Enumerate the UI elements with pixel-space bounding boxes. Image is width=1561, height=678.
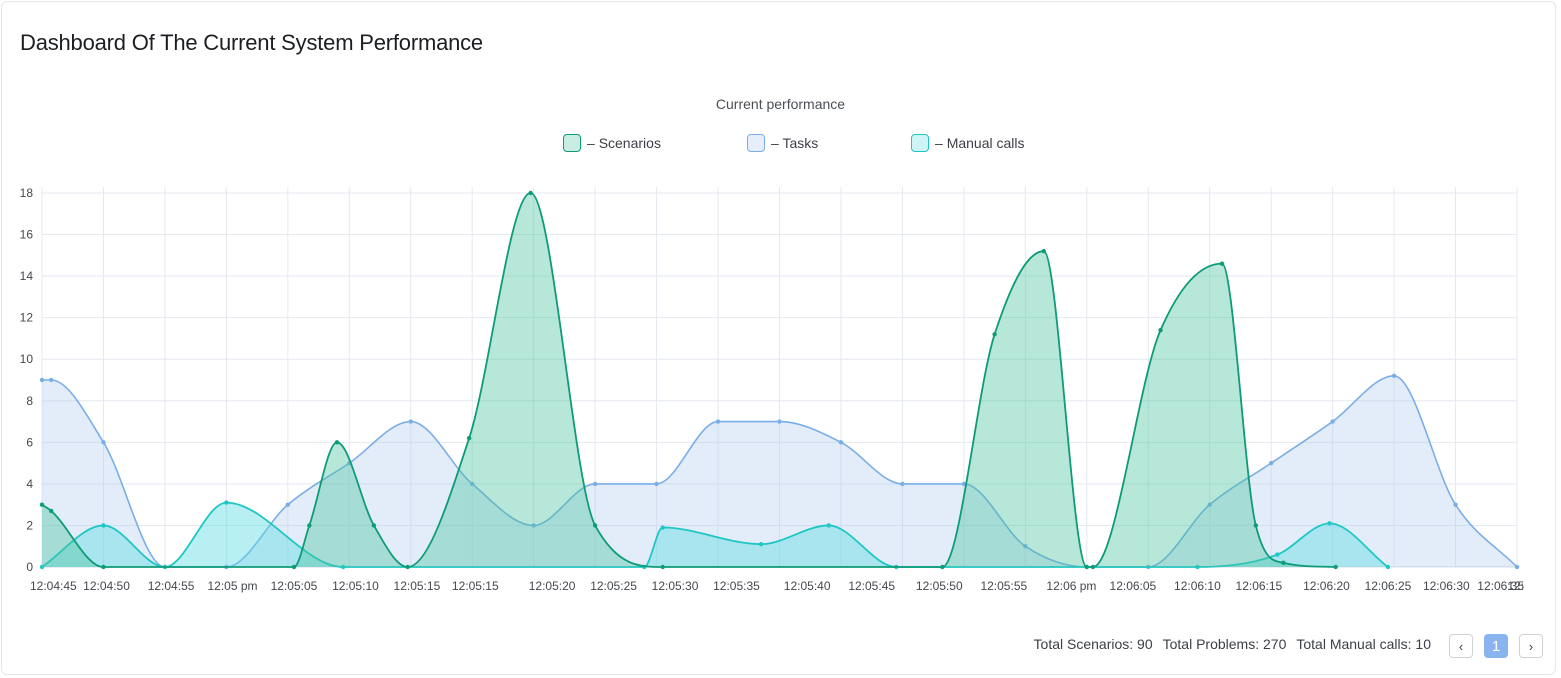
y-tick-label: 10 — [20, 352, 34, 366]
point-tasks — [654, 481, 659, 487]
x-tick-label: 12:06:15 — [1236, 579, 1283, 593]
x-tick-label: 12:05:40 — [784, 579, 831, 593]
y-tick-label: 8 — [26, 394, 33, 408]
x-tick-label: 12:06 pm — [1046, 579, 1096, 593]
x-tick-label: 12:05:55 — [980, 579, 1027, 593]
point-scenarios — [1281, 560, 1286, 566]
point-tasks — [715, 419, 721, 424]
point-tasks — [285, 502, 291, 507]
point-scenarios — [291, 564, 297, 570]
point-tasks — [1268, 460, 1274, 466]
prev-page-button[interactable]: ‹ — [1449, 634, 1473, 658]
x-tick-label: 12:05:25 — [590, 579, 637, 593]
point-tasks — [408, 419, 413, 424]
y-tick-label: 4 — [26, 477, 33, 491]
next-page-button[interactable]: › — [1519, 634, 1543, 658]
x-tick-label: 12:05:50 — [916, 579, 963, 593]
point-scenarios — [1090, 564, 1096, 570]
point-manual — [1275, 552, 1280, 557]
point-scenarios — [992, 332, 997, 337]
x-tick-label: 12:05:45 — [848, 579, 895, 593]
point-scenarios — [592, 523, 598, 528]
x-tick-label: 12:06:25 — [1365, 579, 1412, 593]
point-tasks — [1330, 419, 1335, 424]
x-tick-label: 12:06:10 — [1174, 579, 1221, 593]
point-tasks — [1453, 502, 1458, 507]
point-scenarios — [1084, 564, 1089, 570]
x-tick-label: 12: — [1507, 579, 1524, 593]
x-tick-label: 12:05:05 — [271, 579, 318, 593]
point-tasks — [838, 440, 844, 445]
point-scenarios — [660, 564, 665, 570]
point-scenarios — [101, 564, 106, 570]
point-scenarios — [940, 564, 945, 570]
x-tick-label: 12:04:45 — [30, 579, 77, 593]
x-tick-label: 12:05 pm — [207, 579, 257, 593]
x-tick-label: 12:05:10 — [332, 579, 379, 593]
x-tick-label: 12:05:35 — [713, 579, 760, 593]
point-tasks — [900, 481, 905, 487]
x-tick-label: 12:05:15 — [452, 579, 499, 593]
page-1-button[interactable]: 1 — [1484, 634, 1508, 658]
point-manual — [826, 523, 831, 528]
chart-footer: Total Scenarios: 90 Total Problems: 270 … — [1034, 636, 1431, 652]
y-tick-label: 12 — [20, 311, 34, 325]
total-manual-calls: Total Manual calls: 10 — [1296, 636, 1431, 652]
y-tick-label: 2 — [26, 518, 33, 532]
point-scenarios — [49, 508, 54, 514]
point-scenarios — [466, 435, 472, 441]
point-tasks — [101, 440, 106, 445]
y-tick-label: 6 — [26, 435, 33, 449]
x-tick-label: 12:06:05 — [1110, 579, 1157, 593]
point-manual — [224, 500, 229, 505]
point-scenarios — [39, 502, 45, 507]
point-tasks — [39, 377, 45, 383]
y-tick-label: 18 — [20, 186, 34, 200]
y-tick-label: 14 — [20, 269, 34, 283]
point-manual — [101, 523, 106, 528]
total-scenarios: Total Scenarios: 90 — [1033, 636, 1153, 652]
point-manual — [1385, 564, 1391, 570]
pagination: ‹ 1 › — [1449, 634, 1543, 658]
point-scenarios — [371, 523, 377, 528]
point-tasks — [777, 419, 782, 424]
x-tick-label: 12:04:55 — [148, 579, 195, 593]
point-tasks — [1391, 373, 1397, 379]
point-scenarios — [405, 564, 410, 570]
point-scenarios — [1041, 248, 1046, 254]
x-tick-label: 12:05:20 — [529, 579, 576, 593]
x-tick-label: 12:05:15 — [394, 579, 441, 593]
point-manual — [758, 541, 764, 547]
point-manual — [660, 525, 665, 530]
point-scenarios — [528, 190, 533, 196]
x-tick-label: 12:06:20 — [1303, 579, 1350, 593]
x-tick-label: 12:04:50 — [83, 579, 130, 593]
point-scenarios — [307, 523, 312, 528]
performance-chart: 0 2 4 6 8 10 12 14 16 18 12:04:45 12:04:50 12:04:55 1… — [20, 186, 1525, 593]
point-scenarios — [1253, 523, 1259, 528]
x-tick-label: 12:05:30 — [652, 579, 699, 593]
point-scenarios — [334, 440, 340, 445]
point-tasks — [592, 481, 598, 487]
y-tick-label: 0 — [26, 560, 33, 574]
point-scenarios — [1333, 564, 1338, 570]
total-problems: Total Problems: 270 — [1162, 636, 1287, 652]
point-tasks — [1514, 564, 1520, 570]
point-scenarios — [1158, 327, 1163, 333]
y-tick-label: 16 — [20, 228, 34, 242]
x-tick-label: 12:06:30 — [1423, 579, 1470, 593]
point-manual — [1327, 521, 1332, 526]
point-tasks — [49, 377, 54, 383]
point-scenarios — [1219, 261, 1225, 266]
